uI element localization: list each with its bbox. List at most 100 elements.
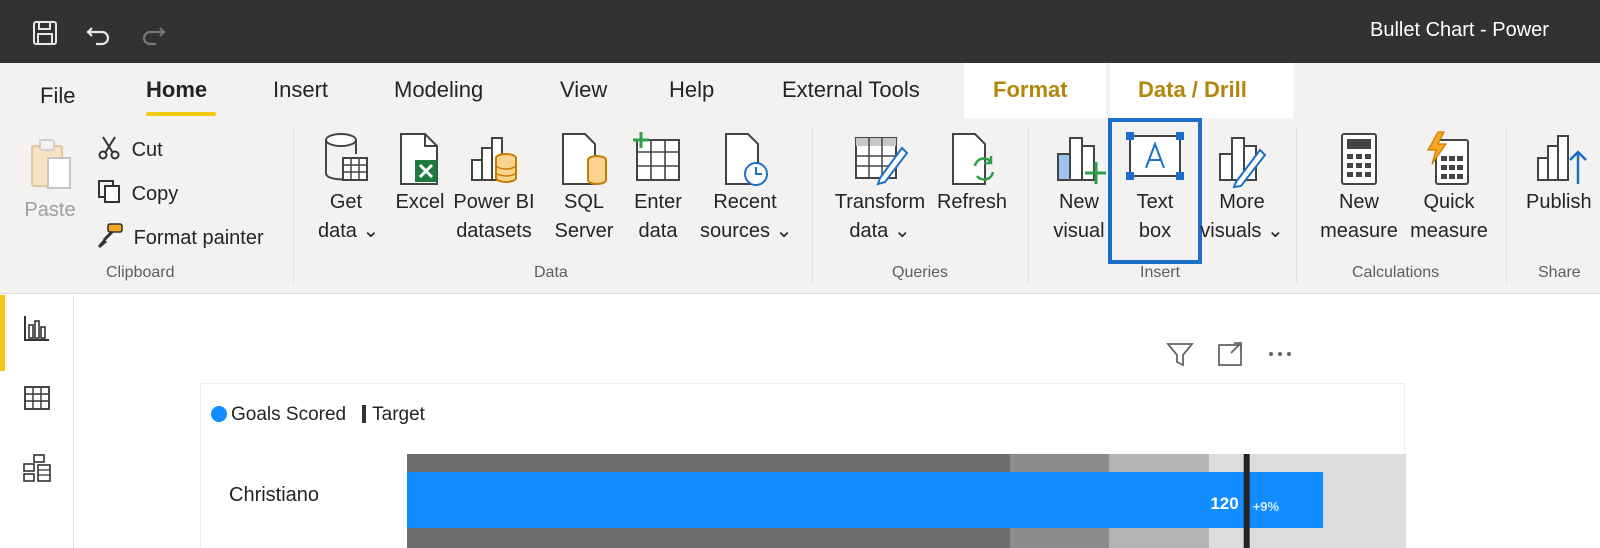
transform-data-button[interactable]: Transform data ⌄ xyxy=(830,130,930,246)
save-icon[interactable] xyxy=(30,18,60,48)
group-separator xyxy=(1028,128,1029,283)
filter-icon[interactable] xyxy=(1165,339,1195,369)
tab-view[interactable]: View xyxy=(560,77,607,103)
recent-sources-icon xyxy=(725,133,768,186)
data-label-variance: +9% xyxy=(1253,499,1280,514)
transform-data-label-2: data ⌄ xyxy=(849,220,911,242)
refresh-icon xyxy=(952,133,995,185)
queries-group-label: Queries xyxy=(892,264,949,281)
refresh-label-2: Refresh xyxy=(936,191,1008,213)
tab-file[interactable]: File xyxy=(40,83,75,109)
datasets-icon xyxy=(471,137,517,183)
enter-data-label-1: Enter xyxy=(634,191,682,213)
excel-button[interactable]: Excel xyxy=(390,130,450,217)
new-visual-button[interactable]: New visual xyxy=(1046,130,1112,246)
more-options-icon[interactable] xyxy=(1265,339,1295,369)
group-separator xyxy=(812,128,813,283)
new-visual-label-1: New xyxy=(1058,191,1099,213)
active-tab-underline xyxy=(146,112,216,116)
publish-icon xyxy=(1537,135,1587,184)
ribbon: Paste Cut Copy Format painter Clipboard xyxy=(0,118,1600,294)
excel-icon xyxy=(400,133,438,185)
power-bi-datasets-label-2: datasets xyxy=(456,220,532,242)
chart-area: 120 +9% xyxy=(407,454,1406,548)
quick-measure-icon xyxy=(1426,131,1469,185)
scissors-icon xyxy=(98,136,120,160)
tab-home[interactable]: Home xyxy=(146,77,207,103)
format-painter-label: Format painter xyxy=(133,227,264,249)
format-painter-button[interactable]: Format painter xyxy=(96,222,264,250)
more-visuals-icon xyxy=(1219,137,1267,188)
sql-server-button[interactable]: SQL Server xyxy=(552,130,616,246)
more-visuals-label-2: visuals ⌄ xyxy=(1200,220,1284,242)
transform-data-label-1: Transform xyxy=(834,191,926,213)
data-label-value: 120 xyxy=(1210,494,1238,513)
model-view-icon[interactable] xyxy=(22,453,52,483)
redo-icon[interactable] xyxy=(138,18,168,48)
refresh-button[interactable]: Refresh xyxy=(936,130,1008,217)
focus-mode-icon[interactable] xyxy=(1215,339,1245,369)
target-marker xyxy=(1243,454,1250,548)
quick-measure-label-1: Quick xyxy=(1423,191,1475,213)
database-icon xyxy=(325,133,368,181)
publish-button[interactable]: Publish xyxy=(1522,130,1600,217)
sql-server-label-2: Server xyxy=(554,220,614,242)
copy-icon xyxy=(98,180,120,203)
ribbon-tabs: File Home Insert Modeling View Help Exte… xyxy=(0,63,1600,118)
recent-sources-button[interactable]: Recent sources ⌄ xyxy=(700,130,793,246)
tab-help[interactable]: Help xyxy=(669,77,714,103)
sql-server-icon xyxy=(562,133,607,185)
tab-data-drill[interactable]: Data / Drill xyxy=(1138,77,1247,103)
excel-label-2: Excel xyxy=(395,191,445,213)
tab-insert[interactable]: Insert xyxy=(273,77,328,103)
more-visuals-button[interactable]: More visuals ⌄ xyxy=(1200,130,1284,246)
quick-measure-button[interactable]: Quick measure xyxy=(1404,130,1494,246)
enter-data-button[interactable]: Enter data xyxy=(624,130,692,246)
report-view-icon[interactable] xyxy=(22,313,52,343)
publish-label-2: Publish xyxy=(1526,191,1592,213)
paste-label: Paste xyxy=(24,199,76,221)
data-view-icon[interactable] xyxy=(22,383,52,413)
cut-button[interactable]: Cut xyxy=(96,134,163,162)
insert-group-label: Insert xyxy=(1140,264,1181,281)
new-measure-label-2: measure xyxy=(1320,220,1398,242)
recent-sources-label-1: Recent xyxy=(713,191,777,213)
report-canvas: Goals Scored Target Christiano 120 +9% xyxy=(75,295,1600,548)
undo-icon[interactable] xyxy=(84,18,114,48)
tab-format[interactable]: Format xyxy=(993,77,1068,103)
transform-data-icon xyxy=(855,137,909,186)
text-box-highlight xyxy=(1108,118,1202,264)
calculator-icon xyxy=(1341,133,1377,185)
new-visual-icon xyxy=(1057,137,1106,184)
window-title: Bullet Chart - Power xyxy=(1370,19,1549,41)
tab-external-tools[interactable]: External Tools xyxy=(782,77,920,103)
calculations-group-label: Calculations xyxy=(1352,264,1440,281)
tab-modeling[interactable]: Modeling xyxy=(394,77,483,103)
enter-data-label-2: data xyxy=(638,220,678,242)
title-bar: Bullet Chart - Power xyxy=(0,0,1600,63)
sql-server-label-1: SQL xyxy=(563,191,605,213)
paste-icon xyxy=(31,139,71,189)
copy-label: Copy xyxy=(131,183,179,205)
get-data-label-2: data ⌄ xyxy=(318,220,380,242)
power-bi-datasets-button[interactable]: Power BI datasets xyxy=(450,130,538,246)
bullet-chart-visual[interactable]: Goals Scored Target Christiano 120 +9% xyxy=(200,383,1406,548)
clipboard-group-label: Clipboard xyxy=(106,264,175,281)
power-bi-datasets-label-1: Power BI xyxy=(453,191,535,213)
group-separator xyxy=(1506,128,1507,283)
get-data-button[interactable]: Get data ⌄ xyxy=(318,130,380,246)
view-switcher xyxy=(0,295,74,548)
format-painter-icon xyxy=(98,223,123,248)
cut-label: Cut xyxy=(131,139,163,161)
copy-button[interactable]: Copy xyxy=(96,178,178,206)
recent-sources-label-2: sources ⌄ xyxy=(700,220,793,242)
new-measure-button[interactable]: New measure xyxy=(1314,130,1404,246)
get-data-label-1: Get xyxy=(329,191,363,213)
group-separator xyxy=(293,128,294,283)
quick-measure-label-2: measure xyxy=(1410,220,1488,242)
new-measure-label-1: New xyxy=(1338,191,1379,213)
group-separator xyxy=(1296,128,1297,283)
data-group-label: Data xyxy=(534,264,568,281)
new-visual-label-2: visual xyxy=(1053,220,1105,242)
paste-button[interactable]: Paste xyxy=(20,136,80,225)
